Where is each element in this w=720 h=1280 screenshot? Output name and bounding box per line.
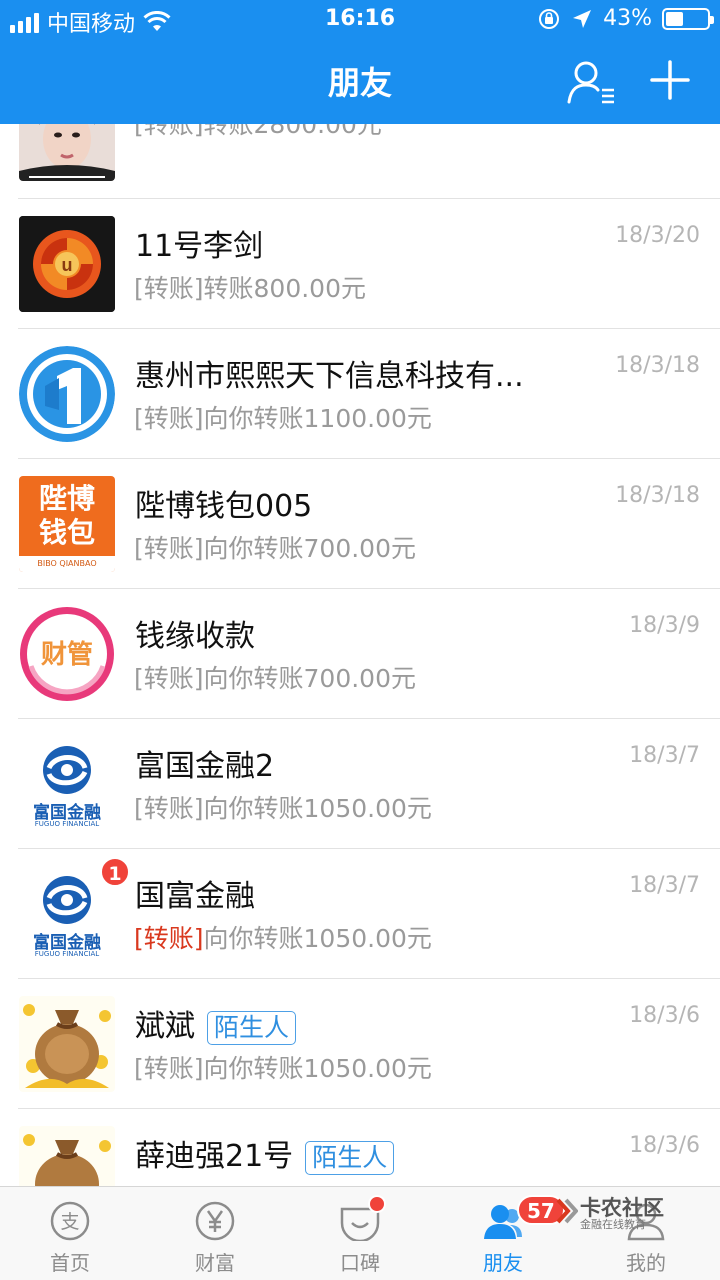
list-item[interactable]: u 11号李剑 [转账]转账800.00元 18/3/20 (0, 199, 720, 329)
stranger-tag: 陌生人 (305, 1140, 395, 1175)
list-item[interactable]: 斌斌 陌生人 [转账]向你转账1050.00元 18/3/6 (0, 979, 720, 1109)
message-date: 18/3/6 (629, 1003, 700, 1028)
stranger-tag: 陌生人 (207, 1010, 297, 1045)
tab-label: 财富 (195, 1251, 235, 1275)
list-item[interactable]: 富国金融 FUGUO FINANCIAL 1 国富金融 [转账]向你转账1050… (0, 849, 720, 979)
avatar-caption: FUGUO FINANCIAL (34, 950, 100, 958)
avatar (19, 124, 115, 181)
tab-wealth[interactable]: 财富 (155, 1187, 275, 1280)
contact-name: 薛迪强21号 陌生人 (135, 1131, 395, 1175)
contact-name: 斌斌 陌生人 (135, 1001, 297, 1045)
last-message: [转账]转账800.00元 (134, 274, 366, 303)
last-message: [转账]向你转账1050.00元 (134, 1054, 432, 1083)
avatar (19, 1126, 115, 1186)
avatar: 富国金融 FUGUO FINANCIAL (19, 866, 115, 962)
message-date: 18/3/7 (629, 873, 700, 898)
last-message: [转账]向你转账1100.00元 (134, 404, 432, 433)
avatar (19, 996, 115, 1092)
message-date: 18/3/18 (615, 483, 700, 508)
battery-percent: 43% (603, 6, 652, 31)
last-message: [转账]向你转账1050.00元 (134, 919, 432, 955)
add-icon[interactable] (650, 60, 690, 100)
contact-name: 钱缘收款 (135, 619, 255, 654)
last-message: [转账]转账2800.00元 (134, 124, 382, 139)
status-bar: 中国移动 16:16 43% (0, 0, 720, 40)
list-item[interactable]: 徜徉 [转账]转账2800.00元 (0, 124, 720, 199)
contact-name: 富国金融2 (135, 749, 275, 784)
message-text: 向你转账1050.00元 (203, 924, 432, 953)
message-date: 18/3/18 (615, 353, 700, 378)
svg-text:支: 支 (60, 1211, 79, 1233)
avatar: u (19, 216, 115, 312)
tab-label: 我的 (626, 1251, 666, 1275)
app: 中国移动 16:16 43% 朋友 [转账]转账2800.00元 u 11号李剑… (0, 0, 720, 1280)
tab-friends[interactable]: 57 朋友 (443, 1187, 565, 1280)
battery-icon (662, 7, 714, 30)
message-date: 18/3/7 (629, 743, 700, 768)
list-item[interactable]: 财管 钱缘收款 [转账]向你转账700.00元 18/3/9 (0, 589, 720, 719)
tab-label: 朋友 (483, 1251, 523, 1275)
rotation-lock-icon (539, 8, 560, 29)
contact-name: 国富金融 (135, 879, 255, 914)
avatar-text: 陛博 (38, 482, 95, 515)
message-date: 18/3/9 (629, 613, 700, 638)
friend-list: 徜徉 [转账]转账2800.00元 u 11号李剑 [转账]转账800.00元 … (0, 124, 720, 1186)
list-item[interactable]: 富国金融 FUGUO FINANCIAL 富国金融2 [转账]向你转账1050.… (0, 719, 720, 849)
contact-name-text: 斌斌 (135, 1009, 195, 1044)
svg-text:u: u (62, 255, 73, 275)
last-message: [转账]向你转账700.00元 (134, 534, 416, 563)
tab-label: 口碑 (340, 1251, 380, 1275)
avatar: 财管 (19, 606, 115, 702)
tab-label: 首页 (50, 1251, 90, 1275)
avatar: 富国金融 FUGUO FINANCIAL (19, 736, 115, 832)
watermark: 卡农社区 金融在线教育 (556, 1190, 720, 1236)
contact-name-text: 薛迪强21号 (135, 1139, 294, 1174)
message-prefix: [转账] (134, 924, 204, 953)
avatar-caption: FUGUO FINANCIAL (34, 820, 100, 828)
avatar (19, 346, 115, 442)
list-item[interactable]: 薛迪强21号 陌生人 18/3/6 (0, 1109, 720, 1186)
yen-icon (195, 1201, 235, 1241)
contact-name: 惠州市熙熙天下信息科技有... (135, 359, 524, 394)
notification-dot (368, 1195, 386, 1213)
tab-home[interactable]: 支 首页 (10, 1187, 130, 1280)
last-message: [转账]向你转账1050.00元 (134, 794, 432, 823)
location-arrow-icon (573, 9, 592, 28)
avatar-text: 财管 (40, 640, 93, 670)
unread-badge: 1 (100, 857, 130, 887)
contact-name: 11号李剑 (135, 229, 264, 264)
last-message: [转账]向你转账700.00元 (134, 664, 416, 693)
avatar-caption: BIBO QIANBAO (19, 556, 115, 572)
message-date: 18/3/20 (615, 223, 700, 248)
nav-bar: 朋友 (0, 40, 720, 124)
avatar-text: 钱包 (38, 516, 95, 549)
watermark-subtitle: 金融在线教育 (580, 1218, 646, 1231)
watermark-logo-icon (556, 1198, 578, 1224)
contacts-icon[interactable] (566, 58, 618, 106)
list-item[interactable]: 陛博 钱包 BIBO QIANBAO 陛博钱包005 [转账]向你转账700.0… (0, 459, 720, 589)
message-date: 18/3/6 (629, 1133, 700, 1158)
alipay-icon: 支 (50, 1201, 90, 1241)
tab-koubei[interactable]: 口碑 (300, 1187, 420, 1280)
list-item[interactable]: 惠州市熙熙天下信息科技有... [转账]向你转账1100.00元 18/3/18 (0, 329, 720, 459)
contact-name: 陛博钱包005 (135, 489, 313, 524)
avatar: 陛博 钱包 BIBO QIANBAO (19, 476, 115, 572)
